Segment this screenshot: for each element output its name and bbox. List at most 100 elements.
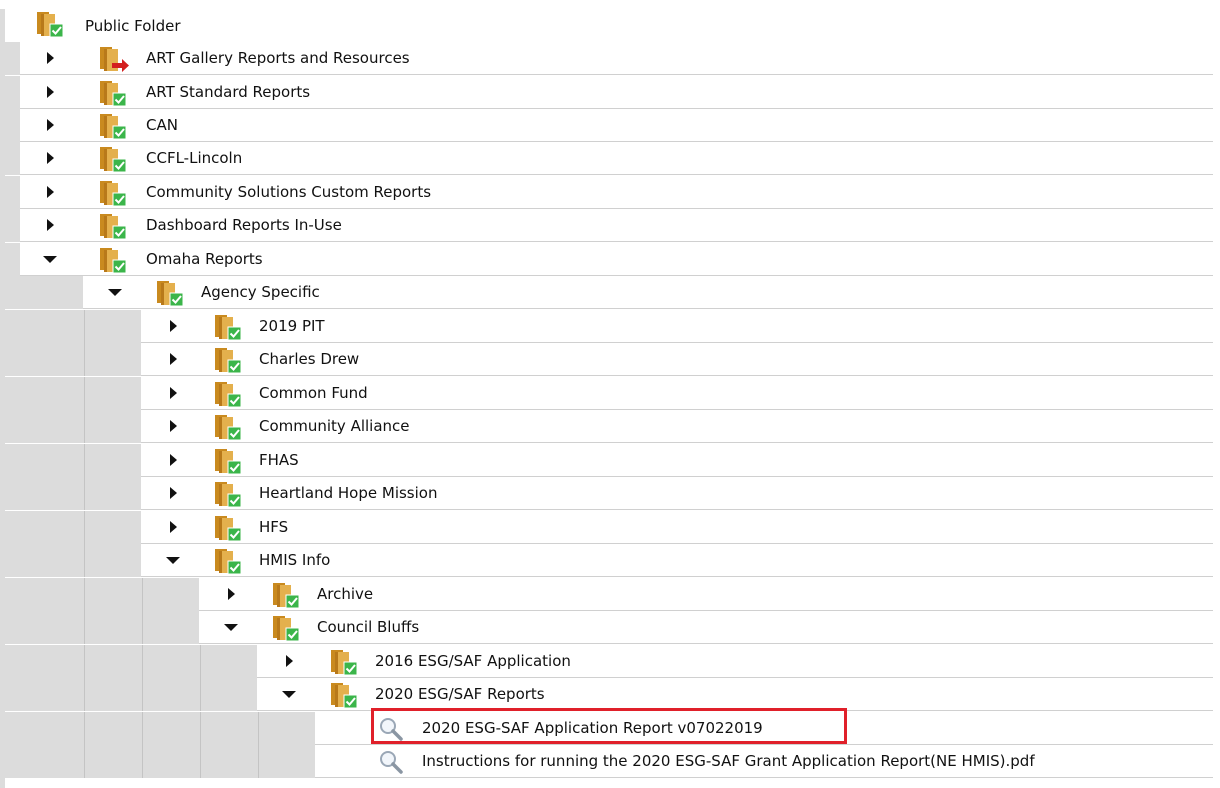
tree-row-folder[interactable]: Archive — [0, 578, 1220, 611]
triangle-down-icon — [282, 690, 296, 698]
triangle-right-icon — [169, 353, 177, 365]
expand-arrow-icon[interactable] — [40, 176, 60, 208]
tree-row-content: ART Gallery Reports and Resources — [20, 42, 1213, 75]
shared-folder-icon — [98, 181, 128, 207]
tree-row-folder[interactable]: 2019 PIT — [0, 310, 1220, 343]
tree-gutter-line — [84, 611, 85, 644]
expand-arrow-icon[interactable] — [163, 477, 183, 509]
tree-gutter-line — [84, 712, 85, 745]
shared-folder-icon — [98, 81, 128, 107]
expand-arrow-icon[interactable] — [40, 76, 60, 108]
tree-gutter-line — [200, 645, 201, 678]
expand-arrow-icon[interactable] — [163, 444, 183, 476]
collapse-arrow-icon[interactable] — [279, 678, 299, 710]
triangle-down-icon — [43, 255, 57, 263]
tree-row-label: Dashboard Reports In-Use — [146, 216, 342, 234]
expand-arrow-icon[interactable] — [40, 42, 60, 74]
tree-gutter — [0, 377, 141, 410]
tree-row-content: Instructions for running the 2020 ESG-SA… — [315, 745, 1213, 778]
tree-row-folder[interactable]: Community Alliance — [0, 410, 1220, 443]
tree-gutter-line — [200, 678, 201, 711]
tree-row-content: Community Solutions Custom Reports — [20, 176, 1213, 209]
tree-gutter-line — [142, 578, 143, 611]
shared-folder-icon — [329, 650, 359, 676]
tree-row-root[interactable]: Public Folder — [0, 9, 1220, 42]
shared-folder-icon — [213, 482, 243, 508]
tree-row-folder[interactable]: Common Fund — [0, 377, 1220, 410]
triangle-right-icon — [169, 420, 177, 432]
shared-folder-icon — [271, 583, 301, 609]
expand-arrow-icon[interactable] — [163, 343, 183, 375]
tree-gutter — [0, 611, 199, 644]
tree-gutter — [0, 712, 315, 745]
tree-gutter — [0, 578, 199, 611]
tree-gutter-line — [258, 712, 259, 745]
tree-row-content: Archive — [199, 578, 1213, 611]
tree-gutter-line — [84, 678, 85, 711]
collapse-arrow-icon[interactable] — [40, 243, 60, 275]
tree-row-folder[interactable]: Charles Drew — [0, 343, 1220, 376]
expand-arrow-icon[interactable] — [163, 310, 183, 342]
tree-row-content: HMIS Info — [141, 544, 1213, 577]
collapse-arrow-icon[interactable] — [105, 276, 125, 308]
tree-gutter-line — [200, 712, 201, 745]
tree-gutter-line — [142, 712, 143, 745]
tree-row-folder[interactable]: Omaha Reports — [0, 243, 1220, 276]
tree-row-label: 2016 ESG/SAF Application — [375, 652, 571, 670]
tree-row-folder[interactable]: Agency Specific — [0, 276, 1220, 309]
expand-arrow-icon[interactable] — [163, 511, 183, 543]
triangle-down-icon — [166, 556, 180, 564]
triangle-right-icon — [169, 387, 177, 399]
tree-gutter — [0, 645, 257, 678]
expand-arrow-icon[interactable] — [40, 142, 60, 174]
tree-row-folder[interactable]: ART Gallery Reports and Resources — [0, 42, 1220, 75]
tree-row-label: Heartland Hope Mission — [259, 484, 438, 502]
tree-gutter-line — [200, 745, 201, 778]
expand-arrow-icon[interactable] — [40, 109, 60, 141]
tree-gutter-line — [84, 343, 85, 376]
collapse-arrow-icon[interactable] — [163, 544, 183, 576]
tree-row-folder[interactable]: HFS — [0, 511, 1220, 544]
tree-gutter-line — [84, 544, 85, 577]
expand-arrow-icon[interactable] — [279, 645, 299, 677]
tree-gutter — [0, 745, 315, 778]
tree-row-folder[interactable]: CAN — [0, 109, 1220, 142]
tree-row-folder[interactable]: FHAS — [0, 444, 1220, 477]
tree-row-content: 2016 ESG/SAF Application — [257, 645, 1213, 678]
expand-arrow-icon[interactable] — [163, 410, 183, 442]
shared-folder-icon — [98, 214, 128, 240]
triangle-down-icon — [224, 623, 238, 631]
tree-gutter — [0, 678, 257, 711]
tree-row-content: Dashboard Reports In-Use — [20, 209, 1213, 242]
tree-row-label: CAN — [146, 116, 178, 134]
shared-folder-icon — [329, 683, 359, 709]
shared-folder-icon — [155, 281, 185, 307]
triangle-right-icon — [46, 86, 54, 98]
tree-row-folder[interactable]: Community Solutions Custom Reports — [0, 176, 1220, 209]
tree-gutter-line — [84, 444, 85, 477]
expand-arrow-icon[interactable] — [40, 209, 60, 241]
tree-gutter-line — [258, 745, 259, 778]
expand-arrow-icon[interactable] — [163, 377, 183, 409]
triangle-right-icon — [46, 186, 54, 198]
tree-gutter — [0, 343, 141, 376]
tree-row-folder[interactable]: Dashboard Reports In-Use — [0, 209, 1220, 242]
tree-gutter-line — [84, 477, 85, 510]
linked-folder-icon — [98, 47, 129, 73]
tree-row-label: HFS — [259, 518, 289, 536]
triangle-right-icon — [46, 119, 54, 131]
expand-arrow-icon[interactable] — [221, 578, 241, 610]
tree-row-folder[interactable]: ART Standard Reports — [0, 76, 1220, 109]
collapse-arrow-icon[interactable] — [221, 611, 241, 643]
tree-row-folder[interactable]: Council Bluffs — [0, 611, 1220, 644]
tree-gutter — [0, 544, 141, 577]
tree-row-folder[interactable]: 2016 ESG/SAF Application — [0, 645, 1220, 678]
tree-row-folder[interactable]: HMIS Info — [0, 544, 1220, 577]
tree-row-folder[interactable]: 2020 ESG/SAF Reports — [0, 678, 1220, 711]
tree-gutter — [0, 444, 141, 477]
triangle-right-icon — [46, 152, 54, 164]
shared-folder-icon — [213, 516, 243, 542]
tree-row-folder[interactable]: Heartland Hope Mission — [0, 477, 1220, 510]
tree-row-report[interactable]: Instructions for running the 2020 ESG-SA… — [0, 745, 1220, 778]
tree-row-folder[interactable]: CCFL-Lincoln — [0, 142, 1220, 175]
